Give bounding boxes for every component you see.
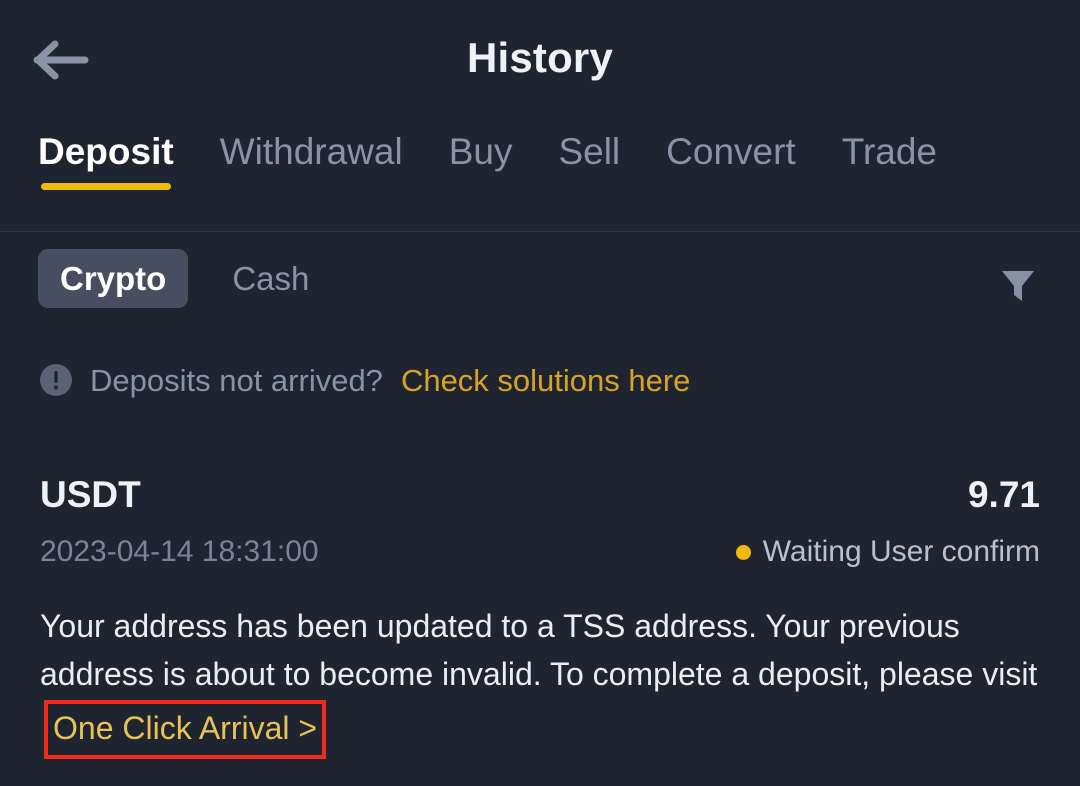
check-solutions-link[interactable]: Check solutions here [401,365,691,396]
filter-funnel-icon [994,261,1042,314]
transaction-header: USDT 9.71 [40,473,1040,517]
tab-deposit-label: Deposit [38,131,174,172]
one-click-arrival-link[interactable]: One Click Arrival > [53,710,317,746]
tab-deposit[interactable]: Deposit [38,124,174,206]
transaction-status: Waiting User confirm [735,534,1040,570]
tab-sell[interactable]: Sell [558,124,620,206]
segment-cash[interactable]: Cash [210,249,331,308]
status-badge: Waiting User confirm [762,535,1040,569]
filter-button[interactable] [990,259,1046,315]
tab-bar: Deposit Withdrawal Buy Sell Convert Trad… [0,124,1080,237]
tab-trade-label: Trade [841,131,938,172]
transaction-amount: 9.71 [967,474,1040,515]
tab-bar-divider [0,231,1080,232]
transaction-subrow: 2023-04-14 18:31:00 Waiting User confirm [40,534,1040,570]
deposit-notice[interactable]: Deposits not arrived? Check solutions he… [0,337,1080,423]
tab-buy-label: Buy [448,131,513,172]
status-dot-icon [735,544,751,560]
segment-crypto[interactable]: Crypto [38,249,189,308]
transaction-date: 2023-04-14 18:31:00 [40,535,319,569]
tab-convert-label: Convert [666,131,796,172]
history-screen: History Deposit Withdrawal Buy Sell Conv… [0,0,1080,786]
notice-text: Deposits not arrived? [90,362,383,398]
tab-trade[interactable]: Trade [842,124,937,206]
transaction-message-text: Your address has been updated to a TSS a… [40,608,1038,693]
app-header: History [0,0,1080,124]
exclamation-circle-icon [40,364,72,396]
transaction-asset: USDT [40,474,141,515]
tab-withdrawal[interactable]: Withdrawal [220,124,403,206]
tab-buy[interactable]: Buy [449,124,513,206]
page-title: History [466,34,614,81]
transaction-item[interactable]: USDT 9.71 2023-04-14 18:31:00 Waiting Us… [0,473,1080,760]
filter-row: Crypto Cash [0,237,1080,337]
segment-control[interactable]: Crypto Cash [38,249,331,308]
tab-list[interactable]: Deposit Withdrawal Buy Sell Convert Trad… [38,124,937,206]
tab-active-indicator [41,183,171,190]
tab-sell-label: Sell [558,131,621,172]
tab-withdrawal-label: Withdrawal [219,131,403,172]
one-click-arrival-highlight: One Click Arrival > [44,700,327,760]
transaction-message: Your address has been updated to a TSS a… [40,602,1040,760]
tab-convert[interactable]: Convert [666,124,796,206]
